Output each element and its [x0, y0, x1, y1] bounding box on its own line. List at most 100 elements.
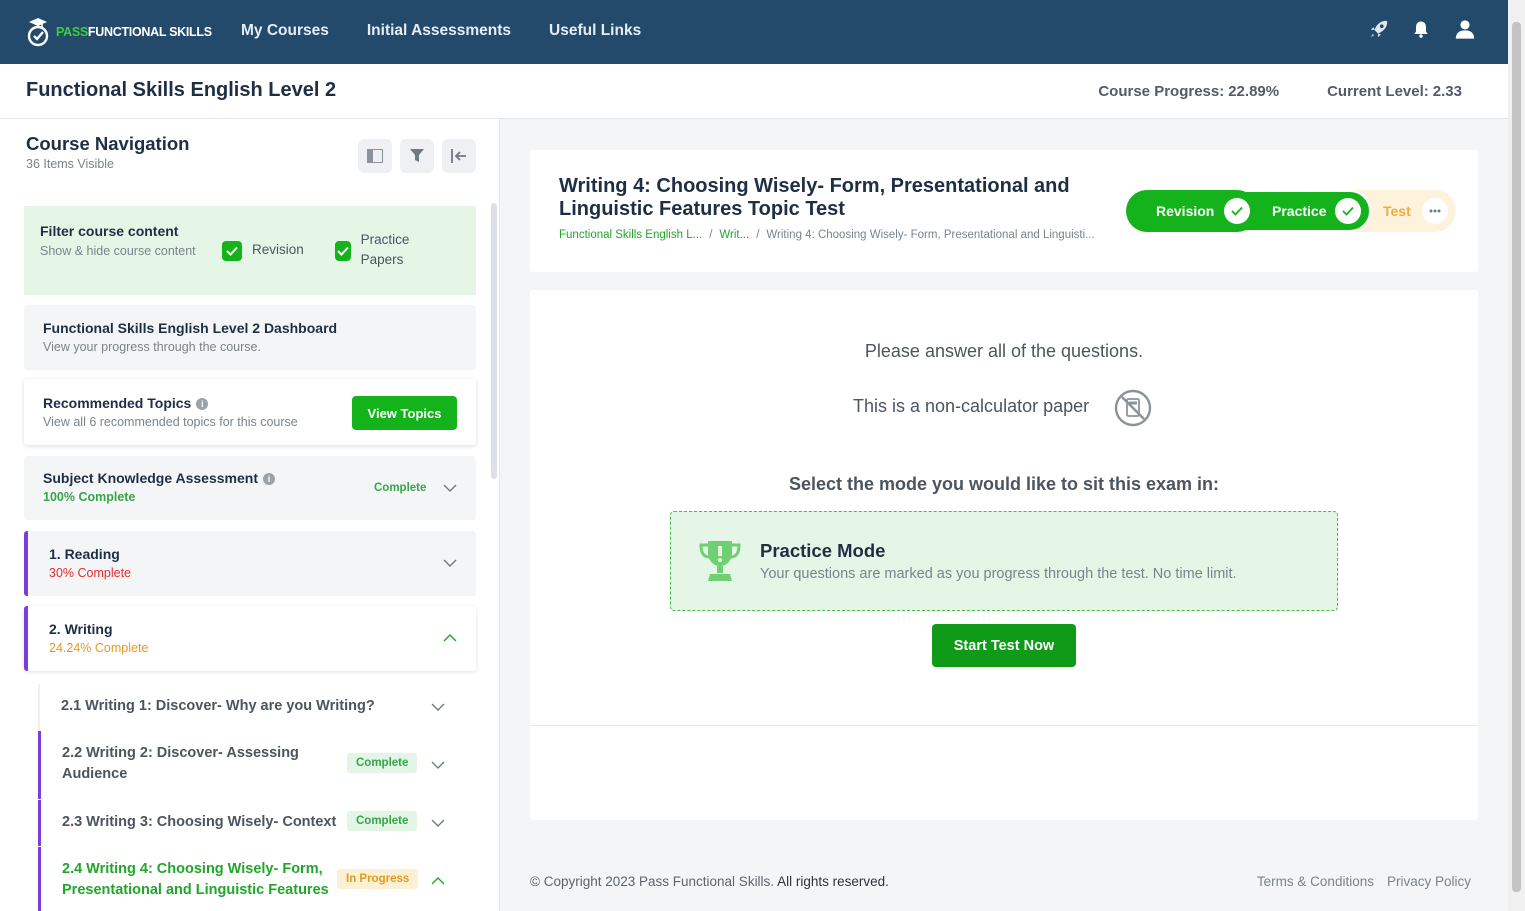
breadcrumb-section[interactable]: Writ... — [719, 229, 749, 241]
panel-divider — [530, 725, 1478, 726]
page-scrollbar[interactable] — [1508, 0, 1525, 911]
rights-text: All rights reserved. — [777, 874, 889, 889]
revision-checkbox[interactable]: Revision — [222, 240, 304, 261]
status-badge: In Progress — [337, 869, 419, 889]
info-icon[interactable]: i — [262, 473, 275, 485]
breadcrumb-separator: / — [709, 229, 713, 241]
section-reading[interactable]: 1. Reading 30% Complete — [24, 531, 476, 596]
privacy-link[interactable]: Privacy Policy — [1387, 874, 1471, 889]
top-navbar: PASSFUNCTIONAL SKILLS My Courses Initial… — [0, 0, 1508, 64]
ska-label: Subject Knowledge Assessment — [43, 470, 258, 486]
site-logo[interactable]: PASSFUNCTIONAL SKILLS — [26, 16, 212, 47]
no-calculator-icon — [1114, 389, 1152, 427]
calculator-notice: This is a non-calculator paper — [853, 396, 1090, 416]
chevron-up-icon[interactable] — [431, 874, 445, 888]
footer-copyright: © Copyright 2023 Pass Functional Skills.… — [530, 874, 889, 889]
chevron-down-icon[interactable] — [443, 481, 457, 495]
status-badge: Complete — [347, 811, 418, 831]
terms-link[interactable]: Terms & Conditions — [1257, 874, 1374, 889]
breadcrumb-course[interactable]: Functional Skills English L... — [559, 229, 702, 241]
nav-initial-assessments[interactable]: Initial Assessments — [367, 22, 511, 40]
lesson-header: Writing 4: Choosing Wisely- Form, Presen… — [530, 150, 1478, 272]
practice-mode-option[interactable]: Practice Mode Your questions are marked … — [670, 511, 1338, 611]
filter-title: Filter course content — [40, 223, 179, 239]
dashboard-subtitle: View your progress through the course. — [43, 340, 261, 354]
lesson-title: Writing 4: Choosing Wisely- Form, Presen… — [559, 175, 1070, 220]
check-circle-icon — [1335, 198, 1361, 224]
nav-useful-links[interactable]: Useful Links — [549, 22, 641, 40]
topic-writing-2[interactable]: 2.2 Writing 2: Discover- Assessing Audie… — [38, 731, 462, 799]
bell-icon[interactable] — [1411, 18, 1433, 42]
info-icon[interactable]: i — [196, 398, 209, 410]
topic-writing-1[interactable]: 2.1 Writing 1: Discover- Why are you Wri… — [38, 684, 462, 730]
checkmark-icon — [222, 241, 242, 261]
course-navigation-sidebar: Course Navigation 36 Items Visible Filte… — [0, 119, 500, 911]
breadcrumb-separator: / — [756, 229, 760, 241]
course-title: Functional Skills English Level 2 — [26, 79, 337, 101]
chevron-down-icon[interactable] — [431, 758, 445, 772]
practice-mode-title: Practice Mode — [760, 540, 886, 561]
collapse-sidebar-icon[interactable] — [442, 139, 476, 173]
filter-icon[interactable] — [400, 139, 434, 173]
course-progress: Course Progress: 22.89% — [1098, 83, 1279, 100]
practice-mode-description: Your questions are marked as you progres… — [760, 566, 1237, 582]
dashboard-link[interactable]: Functional Skills English Level 2 Dashbo… — [24, 305, 476, 370]
recommended-topics-label: Recommended Topics — [43, 395, 192, 411]
reading-title: 1. Reading — [49, 546, 120, 562]
rocket-icon[interactable] — [1368, 18, 1390, 42]
practice-papers-checkbox-label: Practice Papers — [360, 232, 410, 267]
filter-subtitle: Show & hide course content — [40, 244, 196, 258]
topic-writing-3[interactable]: 2.3 Writing 3: Choosing Wisely- Context … — [38, 800, 462, 846]
checkmark-icon — [335, 241, 351, 261]
page-scrollbar-thumb[interactable] — [1512, 22, 1521, 892]
course-progress-value: 22.89% — [1228, 83, 1280, 100]
logo-text-green: PASS — [56, 24, 88, 39]
tab-practice-label: Practice — [1272, 203, 1327, 219]
topic-title: 2.1 Writing 1: Discover- Why are you Wri… — [61, 698, 375, 714]
recommended-topics-subtitle: View all 6 recommended topics for this c… — [43, 415, 298, 429]
logo-text-white: FUNCTIONAL SKILLS — [87, 24, 212, 39]
copyright-text: © Copyright 2023 Pass Functional Skills. — [530, 874, 775, 889]
user-icon[interactable] — [1454, 18, 1476, 42]
chevron-down-icon[interactable] — [431, 816, 445, 830]
chevron-up-icon[interactable] — [443, 631, 457, 645]
select-mode-heading: Select the mode you would like to sit th… — [788, 474, 1220, 494]
topic-title: 2.4 Writing 4: Choosing Wisely- Form, Pr… — [62, 861, 329, 898]
sidebar-title: Course Navigation — [26, 133, 190, 154]
subject-knowledge-assessment[interactable]: Subject Knowledge Assessment i 100% Compl… — [24, 456, 476, 520]
instruction-text: Please answer all of the questions. — [864, 341, 1144, 361]
recommended-topics-title: Recommended Topics i — [43, 395, 209, 411]
writing-progress: 24.24% Complete — [49, 641, 149, 655]
topic-writing-4-active[interactable]: 2.4 Writing 4: Choosing Wisely- Form, Pr… — [38, 847, 462, 911]
ska-progress: 100% Complete — [43, 490, 136, 504]
section-writing[interactable]: 2. Writing 24.24% Complete — [24, 606, 476, 671]
ska-title: Subject Knowledge Assessment i — [43, 470, 275, 486]
current-level-value: 2.33 — [1432, 83, 1462, 100]
dashboard-title: Functional Skills English Level 2 Dashbo… — [43, 320, 338, 336]
sidebar-scrollbar[interactable] — [491, 203, 497, 479]
practice-papers-checkbox[interactable]: Practice Papers — [335, 230, 435, 270]
course-title-bar: Functional Skills English Level 2 Course… — [0, 64, 1508, 119]
tab-test-label: Test — [1383, 203, 1411, 219]
view-topics-button[interactable]: View Topics — [352, 396, 457, 430]
sidebar-item-count: 36 Items Visible — [26, 157, 115, 171]
nav-my-courses[interactable]: My Courses — [241, 22, 329, 40]
sidebar-layout-icon[interactable] — [358, 139, 392, 173]
reading-progress: 30% Complete — [49, 566, 131, 580]
writing-title: 2. Writing — [49, 621, 113, 637]
start-test-button[interactable]: Start Test Now — [932, 624, 1076, 667]
topic-title: 2.2 Writing 2: Discover- Assessing Audie… — [62, 745, 299, 782]
mode-tabs: Test Practice Revision — [1126, 190, 1456, 232]
breadcrumb-current: Writing 4: Choosing Wisely- Form, Presen… — [766, 229, 1095, 241]
check-circle-icon — [1224, 198, 1250, 224]
test-start-panel: Please answer all of the questions. This… — [530, 290, 1478, 820]
recommended-topics-card: Recommended Topics i View all 6 recommend… — [24, 379, 476, 445]
current-level-label: Current Level: — [1327, 83, 1429, 100]
topic-title: 2.3 Writing 3: Choosing Wisely- Context — [62, 814, 337, 830]
tab-revision[interactable]: Revision — [1126, 190, 1258, 232]
course-progress-label: Course Progress: — [1098, 83, 1225, 100]
logo-shield-icon — [27, 18, 49, 47]
status-badge: Complete — [347, 753, 418, 773]
chevron-down-icon[interactable] — [431, 700, 445, 714]
chevron-down-icon[interactable] — [443, 556, 457, 570]
